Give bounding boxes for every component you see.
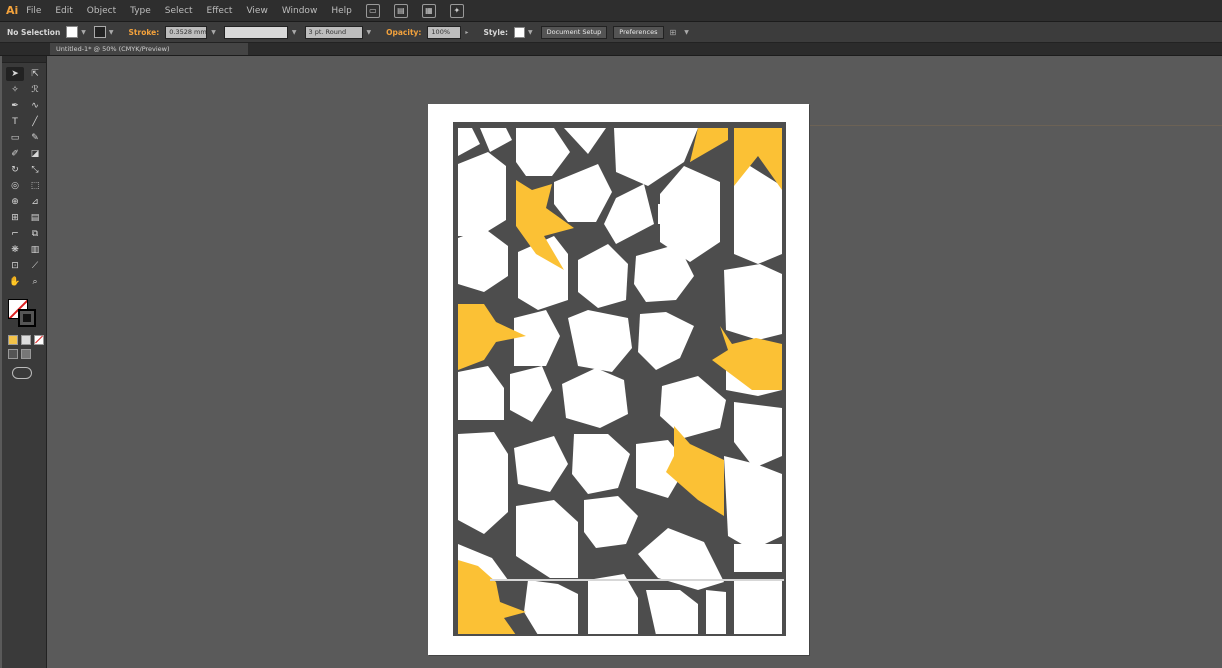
eyedropper-icon[interactable]: ⌐ — [6, 227, 24, 241]
graph-icon[interactable]: ▥ — [26, 243, 44, 257]
menu-view[interactable]: View — [246, 6, 267, 16]
menu-help[interactable]: Help — [331, 6, 352, 16]
artboard — [428, 104, 809, 655]
blend-icon[interactable]: ⧉ — [26, 227, 44, 241]
rotate-icon[interactable]: ↻ — [6, 163, 24, 177]
geometric-pattern — [453, 122, 786, 636]
menu-type[interactable]: Type — [130, 6, 151, 16]
document-setup-button[interactable]: Document Setup — [540, 25, 608, 39]
variable-width-profile-select[interactable] — [223, 25, 288, 39]
chevron-down-icon[interactable]: ▼ — [81, 29, 86, 36]
color-mode-icon[interactable] — [8, 335, 18, 345]
lasso-icon[interactable]: ℛ — [26, 83, 44, 97]
document-tab-bar: Untitled-1* @ 50% (CMYK/Preview) — [0, 43, 1222, 56]
chevron-right-icon[interactable]: ▸ — [465, 29, 468, 36]
line-icon[interactable]: ╱ — [26, 115, 44, 129]
rectangle-icon[interactable]: ▭ — [6, 131, 24, 145]
menu-window[interactable]: Window — [282, 6, 318, 16]
gpu-performance-icon[interactable]: ✦ — [449, 3, 464, 18]
zoom-icon[interactable]: ⌕ — [26, 275, 44, 289]
selection-guide — [490, 579, 784, 581]
menu-effect[interactable]: Effect — [207, 6, 233, 16]
gradient-icon[interactable]: ▤ — [26, 211, 44, 225]
draw-mode-row — [2, 345, 46, 359]
artboard-icon[interactable]: ⊡ — [6, 259, 24, 273]
eraser-icon[interactable]: ◪ — [26, 147, 44, 161]
arrange-icon[interactable]: ⊞ — [670, 28, 677, 37]
menu-object[interactable]: Object — [87, 6, 116, 16]
brush-definition-select[interactable]: 3 pt. Round — [304, 25, 363, 39]
selection-status: No Selection — [7, 27, 61, 37]
scale-icon[interactable]: ⤡ — [26, 163, 44, 177]
stroke-weight-field[interactable]: 0.3528 mm — [165, 25, 208, 39]
chevron-down-icon[interactable]: ▼ — [528, 29, 533, 36]
color-mode-row — [2, 331, 46, 345]
draw-normal-icon[interactable] — [8, 349, 18, 359]
arrange-documents-icon[interactable]: ▦ — [421, 3, 436, 18]
fill-color-swatch[interactable] — [66, 26, 79, 38]
draw-behind-icon[interactable] — [21, 349, 31, 359]
magic-wand-icon[interactable]: ✧ — [6, 83, 24, 97]
chevron-down-icon[interactable]: ▼ — [367, 29, 372, 36]
chevron-down-icon[interactable]: ▼ — [109, 29, 114, 36]
symbol-sprayer-icon[interactable]: ❋ — [6, 243, 24, 257]
mesh-icon[interactable]: ⊞ — [6, 211, 24, 225]
slice-icon[interactable]: ⟋ — [26, 259, 44, 273]
opacity-field[interactable]: 100% — [427, 25, 462, 39]
stroke-color-swatch[interactable] — [93, 26, 106, 38]
shape-builder-icon[interactable]: ⊕ — [6, 195, 24, 209]
panel-grip[interactable] — [2, 56, 46, 63]
menu-file[interactable]: File — [26, 6, 41, 16]
warp-icon[interactable]: ◎ — [6, 179, 24, 193]
pen-icon[interactable]: ✒ — [6, 99, 24, 113]
document-tab[interactable]: Untitled-1* @ 50% (CMYK/Preview) — [50, 43, 248, 55]
style-label: Style: — [483, 27, 508, 37]
curvature-icon[interactable]: ∿ — [26, 99, 44, 113]
stroke-swatch[interactable] — [18, 309, 36, 327]
control-bar: No Selection ▼ ▼ Stroke: 0.3528 mm ▼ ▼ 3… — [0, 22, 1222, 43]
menu-bar: Ai File Edit Object Type Select Effect V… — [0, 0, 1222, 22]
menu-select[interactable]: Select — [165, 6, 193, 16]
selection-icon[interactable]: ➤ — [6, 67, 24, 81]
pencil-icon[interactable]: ✐ — [6, 147, 24, 161]
tools-panel: ➤ ⇱ ✧ ℛ ✒ ∿ T ╱ ▭ ✎ ✐ ◪ ↻ ⤡ ◎ ⬚ ⊕ ⊿ ⊞ ▤ … — [2, 56, 47, 668]
preferences-button[interactable]: Preferences — [613, 25, 664, 39]
chevron-down-icon[interactable]: ▼ — [684, 29, 689, 36]
perspective-icon[interactable]: ⊿ — [26, 195, 44, 209]
bridge-icon[interactable]: ▭ — [365, 3, 380, 18]
tool-grid: ➤ ⇱ ✧ ℛ ✒ ∿ T ╱ ▭ ✎ ✐ ◪ ↻ ⤡ ◎ ⬚ ⊕ ⊿ ⊞ ▤ … — [2, 63, 46, 289]
chevron-down-icon[interactable]: ▼ — [292, 29, 297, 36]
paintbrush-icon[interactable]: ✎ — [26, 131, 44, 145]
graphic-style-swatch[interactable] — [513, 26, 525, 38]
illustrator-logo: Ai — [6, 4, 19, 17]
none-mode-icon[interactable] — [34, 335, 44, 345]
direct-selection-icon[interactable]: ⇱ — [26, 67, 44, 81]
stroke-label[interactable]: Stroke: — [129, 28, 160, 37]
type-icon[interactable]: T — [6, 115, 24, 129]
stock-icon[interactable]: ▤ — [393, 3, 408, 18]
free-transform-icon[interactable]: ⬚ — [26, 179, 44, 193]
menu-edit[interactable]: Edit — [55, 6, 72, 16]
opacity-label[interactable]: Opacity: — [386, 28, 421, 37]
gradient-mode-icon[interactable] — [21, 335, 31, 345]
hand-icon[interactable]: ✋ — [6, 275, 24, 289]
guide-line — [809, 125, 1222, 126]
screen-mode-icon[interactable] — [12, 367, 32, 379]
fill-stroke-control — [4, 297, 44, 331]
chevron-down-icon[interactable]: ▼ — [211, 29, 216, 36]
